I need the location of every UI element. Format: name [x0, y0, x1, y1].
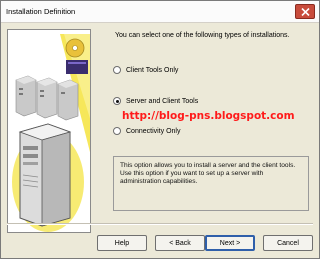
large-server — [18, 123, 72, 227]
title-bar: Installation Definition — [1, 1, 319, 23]
radio-connectivity-only[interactable] — [113, 127, 121, 135]
button-divider — [7, 223, 313, 225]
back-button[interactable]: < Back — [155, 235, 205, 251]
radio-server-and-client-tools[interactable] — [113, 97, 121, 105]
installation-dialog: Installation Definition You can select o… — [0, 0, 320, 259]
option-client-tools-only[interactable]: Client Tools Only — [113, 66, 178, 74]
close-icon — [301, 8, 310, 16]
option-label: Client Tools Only — [126, 66, 179, 74]
option-label: Server and Client Tools — [126, 97, 199, 105]
servers-illustration-graphic — [8, 30, 90, 232]
close-button[interactable] — [295, 4, 315, 19]
servers-illustration — [7, 29, 91, 233]
blog-watermark: http://blog-pns.blogspot.com — [122, 110, 295, 122]
small-server-3 — [57, 79, 79, 121]
radio-client-tools-only[interactable] — [113, 66, 121, 74]
next-button[interactable]: Next > — [205, 235, 255, 251]
description-text: This option allows you to install a serv… — [120, 162, 296, 185]
option-server-and-client-tools[interactable]: Server and Client Tools — [113, 97, 198, 105]
option-label: Connectivity Only — [126, 127, 181, 135]
description-box: This option allows you to install a serv… — [113, 156, 309, 211]
window-title: Installation Definition — [6, 7, 76, 16]
help-button[interactable]: Help — [97, 235, 147, 251]
small-server-2 — [36, 77, 58, 119]
option-connectivity-only[interactable]: Connectivity Only — [113, 127, 180, 135]
cancel-button[interactable]: Cancel — [263, 235, 313, 251]
small-server-1 — [15, 75, 37, 117]
instructions-text: You can select one of the following type… — [115, 32, 290, 39]
